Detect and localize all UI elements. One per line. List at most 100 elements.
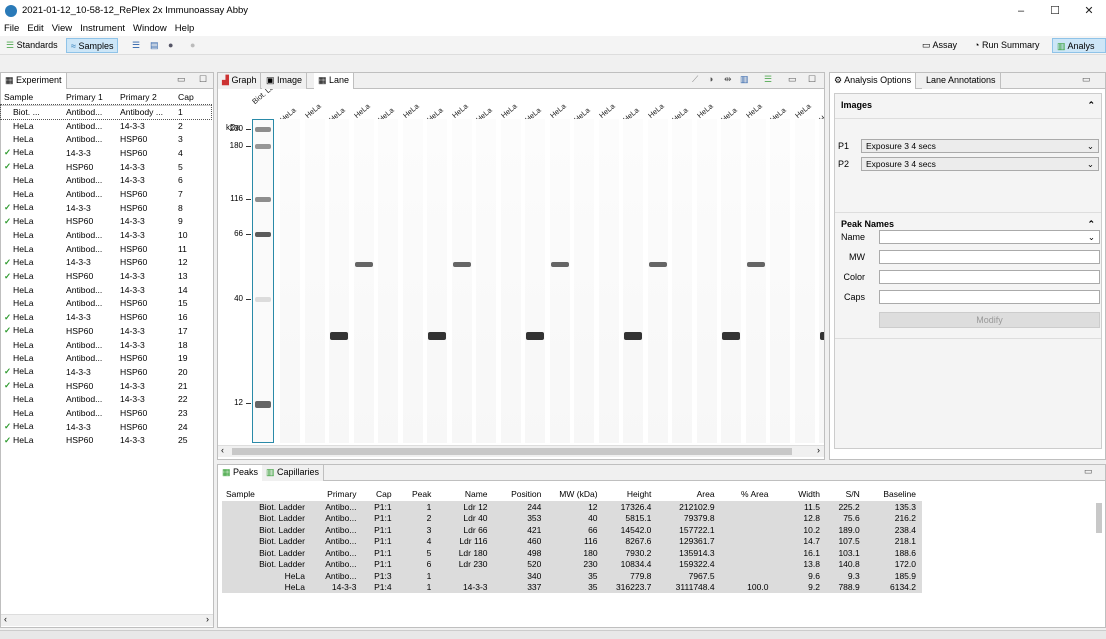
col-header[interactable]: Primary — [311, 487, 363, 501]
menu-help[interactable]: Help — [171, 22, 199, 36]
table-row[interactable]: ✓ HeLa 14-3-3 HSP60 16 — [1, 310, 211, 324]
table-row[interactable]: HeLa Antibod... 14-3-3 2 — [1, 119, 211, 133]
minimize-panel-icon[interactable]: ▭ — [788, 74, 797, 85]
maximize-panel-icon[interactable]: ☐ — [808, 74, 816, 85]
maximize-panel-icon[interactable]: ☐ — [199, 74, 207, 85]
sample-lane[interactable] — [623, 119, 643, 443]
table-row[interactable]: HeLa Antibod... 14-3-3 14 — [1, 283, 211, 297]
col-header[interactable]: % Area — [721, 487, 775, 501]
col-header[interactable]: Name — [437, 487, 493, 501]
table-row[interactable]: HeLa Antibod... HSP60 3 — [1, 132, 211, 146]
col-header[interactable]: Position — [494, 487, 548, 501]
overlay-icon[interactable]: ☰ — [764, 74, 772, 85]
sample-lane[interactable] — [770, 119, 790, 443]
sample-lane[interactable] — [427, 119, 447, 443]
scroll-left-icon[interactable]: ‹ — [4, 614, 7, 624]
table-row[interactable]: ✓ HeLa 14-3-3 HSP60 20 — [1, 365, 211, 379]
analysis-button[interactable]: ▥ Analys — [1052, 38, 1106, 53]
tab-peaks[interactable]: ▦ Peaks — [218, 465, 264, 481]
sample-lane[interactable] — [402, 119, 423, 443]
table-row[interactable]: HeLa Antibod... HSP60 23 — [1, 406, 211, 420]
col-primary-2[interactable]: Primary 2 — [117, 89, 175, 106]
table-row[interactable]: HeLa Antibo... P1:3 1 340 35 779.8 7967.5 9.6 9.3… — [222, 570, 922, 582]
col-header[interactable]: Height — [604, 487, 658, 501]
align-icon[interactable]: ⇹ — [724, 74, 732, 85]
modify-button[interactable]: Modify — [879, 312, 1100, 328]
lanes-icon[interactable]: ▥ — [740, 74, 749, 85]
sample-lane[interactable] — [304, 119, 325, 443]
col-primary-1[interactable]: Primary 1 — [63, 89, 117, 106]
col-header[interactable]: S/N — [826, 487, 866, 501]
table-row[interactable]: Biot. Ladder Antibo... P1:1 4 Ldr 116 460 116 8… — [222, 535, 922, 547]
tab-image[interactable]: ▣ Image — [262, 73, 308, 89]
sample-lane[interactable] — [574, 119, 594, 443]
table-row[interactable]: ✓ HeLa 14-3-3 HSP60 12 — [1, 256, 211, 270]
sample-lane[interactable] — [721, 119, 741, 443]
caps-input[interactable] — [879, 290, 1100, 304]
sample-lane[interactable] — [794, 119, 815, 443]
table-row[interactable]: ✓ HeLa HSP60 14-3-3 17 — [1, 324, 211, 338]
close-button[interactable]: ✕ — [1072, 2, 1106, 20]
minimize-panel-icon[interactable]: ▭ — [1082, 74, 1091, 85]
menu-edit[interactable]: Edit — [23, 22, 47, 36]
scroll-left-icon[interactable]: ‹ — [221, 445, 224, 455]
mw-input[interactable] — [879, 250, 1100, 264]
sample-lane[interactable] — [329, 119, 349, 443]
minimize-button[interactable]: – — [1004, 2, 1038, 20]
table-row[interactable]: Biot. ... Antibod... Antibody ... 1 — [0, 104, 212, 120]
col-header[interactable]: MW (kDa) — [547, 487, 603, 501]
sample-lane[interactable] — [745, 119, 766, 443]
minimize-panel-icon[interactable]: ▭ — [1084, 466, 1093, 477]
menu-instrument[interactable]: Instrument — [76, 22, 129, 36]
table-row[interactable]: ✓ HeLa HSP60 14-3-3 9 — [1, 215, 211, 229]
experiment-h-scrollbar[interactable]: ‹ › — [1, 614, 213, 626]
table-row[interactable]: HeLa Antibod... HSP60 19 — [1, 351, 211, 365]
p1-select[interactable]: Exposure 3 4 secs ⌄ — [861, 139, 1099, 153]
col-header[interactable]: Sample — [222, 487, 311, 501]
col-cap[interactable]: Cap — [175, 89, 211, 106]
record-button[interactable]: ● — [164, 38, 177, 53]
color-input[interactable] — [879, 270, 1100, 284]
tab-graph[interactable]: ▟ Graph — [218, 73, 262, 89]
col-header[interactable]: Baseline — [866, 487, 922, 501]
sample-lane[interactable] — [598, 119, 619, 443]
col-header[interactable]: Cap — [362, 487, 397, 501]
table-row[interactable]: HeLa Antibod... HSP60 7 — [1, 187, 211, 201]
tab-lane[interactable]: ▦ Lane — [314, 73, 355, 89]
menu-window[interactable]: Window — [129, 22, 171, 36]
p2-select[interactable]: Exposure 3 4 secs ⌄ — [861, 157, 1099, 171]
table-row[interactable]: ✓ HeLa HSP60 14-3-3 25 — [1, 434, 211, 448]
ladder-lane[interactable] — [252, 119, 274, 443]
table-row[interactable]: Biot. Ladder Antibo... P1:1 6 Ldr 230 520 230 1… — [222, 558, 922, 570]
standards-button[interactable]: ☰ Standards — [2, 38, 62, 53]
tab-analysis-options[interactable]: ⚙ Analysis Options — [830, 73, 917, 89]
tab-capillaries[interactable]: ▥ Capillaries — [262, 465, 325, 481]
col-sample[interactable]: Sample — [1, 89, 63, 106]
name-select[interactable]: ⌄ — [879, 230, 1100, 244]
maximize-button[interactable]: ☐ — [1038, 2, 1072, 20]
minimize-panel-icon[interactable]: ▭ — [177, 74, 186, 85]
table-row[interactable]: ✓ HeLa HSP60 14-3-3 13 — [1, 269, 211, 283]
menu-file[interactable]: File — [0, 22, 23, 36]
table-row[interactable]: Biot. Ladder Antibo... P1:1 5 Ldr 180 498 180 7… — [222, 547, 922, 559]
table-row[interactable]: HeLa Antibod... 14-3-3 6 — [1, 173, 211, 187]
table-row[interactable]: HeLa Antibod... HSP60 11 — [1, 242, 211, 256]
contrast-icon[interactable]: ◑ — [708, 74, 713, 84]
table-row[interactable]: ✓ HeLa 14-3-3 HSP60 4 — [1, 146, 211, 160]
stop-button[interactable]: ● — [186, 38, 199, 53]
run-summary-button[interactable]: ◔ Run Summary — [970, 38, 1043, 53]
peaks-v-scrollbar[interactable] — [1096, 503, 1102, 533]
list-view-button[interactable]: ☰ — [128, 38, 144, 53]
sample-lane[interactable] — [647, 119, 668, 443]
sample-lane[interactable] — [280, 119, 300, 443]
table-row[interactable]: HeLa 14-3-3 P1:4 1 14-3-3 337 35 316223.7 311174… — [222, 581, 922, 593]
lane-h-scrollbar[interactable]: ‹ › — [218, 445, 824, 457]
sample-lane[interactable] — [353, 119, 374, 443]
sample-lane[interactable] — [549, 119, 570, 443]
col-header[interactable]: Peak — [398, 487, 438, 501]
tab-experiment[interactable]: ▦ Experiment — [1, 73, 67, 89]
table-row[interactable]: ✓ HeLa HSP60 14-3-3 21 — [1, 379, 211, 393]
table-row[interactable]: Biot. Ladder Antibo... P1:1 2 Ldr 40 353 40 581… — [222, 512, 922, 524]
table-row[interactable]: Biot. Ladder Antibo... P1:1 1 Ldr 12 244 12 173… — [222, 501, 922, 513]
scroll-right-icon[interactable]: › — [206, 614, 209, 624]
